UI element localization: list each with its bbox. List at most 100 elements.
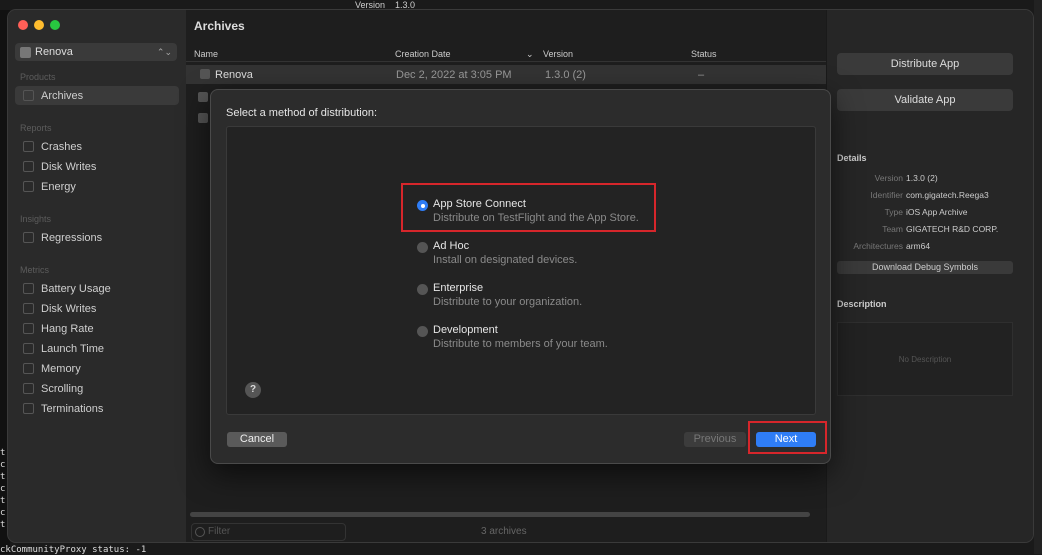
filter-placeholder: Filter	[208, 526, 231, 537]
launch-icon	[23, 343, 34, 354]
app-icon	[20, 46, 31, 58]
terminal-char: c	[0, 508, 6, 518]
terminal-char: c	[0, 460, 6, 470]
sidebar-item[interactable]: Terminations	[15, 399, 179, 418]
sidebar-item[interactable]: Archives	[15, 86, 179, 105]
energy-icon	[23, 181, 34, 192]
distribution-option[interactable]: Ad Hoc Install on designated devices.	[417, 239, 677, 279]
detail-key: Team	[882, 224, 903, 234]
radio-button[interactable]	[417, 326, 428, 337]
crash-icon	[23, 141, 34, 152]
battery-icon	[23, 283, 34, 294]
sidebar-item-label: Disk Writes	[41, 160, 97, 173]
detail-value: iOS App Archive	[906, 207, 968, 217]
sidebar-section-heading: Reports	[20, 123, 52, 133]
sidebar-section-heading: Insights	[20, 214, 52, 224]
terminal-char: t	[0, 520, 6, 530]
sidebar-item-label: Scrolling	[41, 382, 84, 395]
distribution-option[interactable]: Enterprise Distribute to your organizatio…	[417, 281, 677, 321]
column-name[interactable]: Name	[194, 49, 218, 59]
detail-value: arm64	[906, 241, 931, 251]
sidebar-item-label: Archives	[41, 89, 84, 102]
detail-value: com.gigatech.Reega3	[906, 190, 989, 200]
sidebar-item-label: Memory	[41, 362, 81, 375]
chevron-updown-icon: ⌃⌄	[156, 46, 172, 57]
detail-value: 1.3.0 (2)	[906, 173, 938, 183]
highlight-app-store-connect	[401, 183, 656, 232]
sidebar-item[interactable]: Battery Usage	[15, 279, 179, 298]
help-button[interactable]: ?	[245, 382, 261, 398]
row-name: Renova	[215, 69, 253, 81]
highlight-next	[748, 421, 827, 454]
archive-icon	[200, 69, 210, 79]
detail-key: Type	[884, 207, 903, 217]
cancel-button[interactable]: Cancel	[227, 432, 287, 447]
zoom-button[interactable]	[50, 20, 60, 30]
scroll-icon	[23, 383, 34, 394]
sidebar-item[interactable]: Disk Writes	[15, 299, 179, 318]
distribute-app-button[interactable]: Distribute App	[837, 53, 1013, 75]
sidebar-item-label: Launch Time	[41, 342, 104, 355]
hang-icon	[23, 323, 34, 334]
filter-icon	[195, 527, 205, 537]
sidebar-item[interactable]: Hang Rate	[15, 319, 179, 338]
close-button[interactable]	[18, 20, 28, 30]
column-creation-date[interactable]: Creation Date	[395, 49, 451, 59]
radio-button[interactable]	[417, 242, 428, 253]
termination-icon	[23, 403, 34, 414]
table-header: Name Creation Date ⌄ Version Status	[186, 46, 826, 62]
sidebar-item[interactable]: Launch Time	[15, 339, 179, 358]
option-description: Distribute to your organization.	[433, 296, 583, 308]
archive-icon	[23, 90, 34, 101]
sidebar-section-heading: Products	[20, 72, 56, 82]
column-version[interactable]: Version	[543, 49, 573, 59]
terminal-char: t	[0, 496, 6, 506]
detail-value: GIGATECH R&D CORP.	[906, 224, 999, 234]
app-selector[interactable]: Renova ⌃⌄	[15, 43, 177, 61]
row-date: Dec 2, 2022 at 3:05 PM	[396, 69, 512, 81]
chart-icon	[23, 232, 34, 243]
sidebar-item[interactable]: Crashes	[15, 137, 179, 156]
previous-button[interactable]: Previous	[684, 432, 746, 447]
sidebar-item[interactable]: Memory	[15, 359, 179, 378]
option-title: Enterprise	[433, 282, 484, 294]
sidebar: Renova ⌃⌄ Products Archives Reports Crashes…	[8, 10, 186, 542]
option-title: Ad Hoc	[433, 240, 470, 252]
archive-icon	[198, 113, 208, 123]
sidebar-item-label: Hang Rate	[41, 322, 94, 335]
option-description: Distribute to members of your team.	[433, 338, 608, 350]
inspector-pane: Distribute App Validate App Details Vers…	[826, 10, 1033, 542]
memory-icon	[23, 363, 34, 374]
option-title: Development	[433, 324, 498, 336]
distribution-option[interactable]: Development Distribute to members of your…	[417, 323, 677, 363]
description-box[interactable]: No Description	[837, 322, 1013, 396]
detail-key: Identifier	[870, 190, 903, 200]
table-row[interactable]: Renova Dec 2, 2022 at 3:05 PM 1.3.0 (2) …	[186, 65, 826, 84]
distribution-dialog: Select a method of distribution: App Sto…	[210, 89, 831, 464]
sidebar-item[interactable]: Scrolling	[15, 379, 179, 398]
terminal-char: c	[0, 484, 6, 494]
right-strip	[1034, 0, 1042, 554]
sidebar-item-label: Terminations	[41, 402, 104, 415]
sidebar-section-heading: Metrics	[20, 265, 49, 275]
options-panel: App Store Connect Distribute on TestFligh…	[226, 126, 816, 415]
column-status[interactable]: Status	[691, 49, 717, 59]
sidebar-item-label: Regressions	[41, 231, 103, 244]
terminal-char: t	[0, 472, 6, 482]
filter-input[interactable]: Filter	[191, 523, 346, 541]
radio-button[interactable]	[417, 284, 428, 295]
terminal-char: t	[0, 448, 6, 458]
sidebar-item-label: Disk Writes	[41, 302, 97, 315]
sidebar-item[interactable]: Energy	[15, 177, 179, 196]
horizontal-scrollbar[interactable]	[190, 512, 810, 517]
sidebar-item-label: Crashes	[41, 140, 82, 153]
description-heading: Description	[837, 299, 887, 309]
sidebar-item[interactable]: Regressions	[15, 228, 179, 247]
sort-chevron-icon: ⌄	[526, 49, 534, 59]
row-status: –	[698, 69, 705, 81]
validate-app-button[interactable]: Validate App	[837, 89, 1013, 111]
sidebar-item[interactable]: Disk Writes	[15, 157, 179, 176]
download-debug-symbols-button[interactable]: Download Debug Symbols	[837, 261, 1013, 274]
minimize-button[interactable]	[34, 20, 44, 30]
archive-icon	[198, 92, 208, 102]
